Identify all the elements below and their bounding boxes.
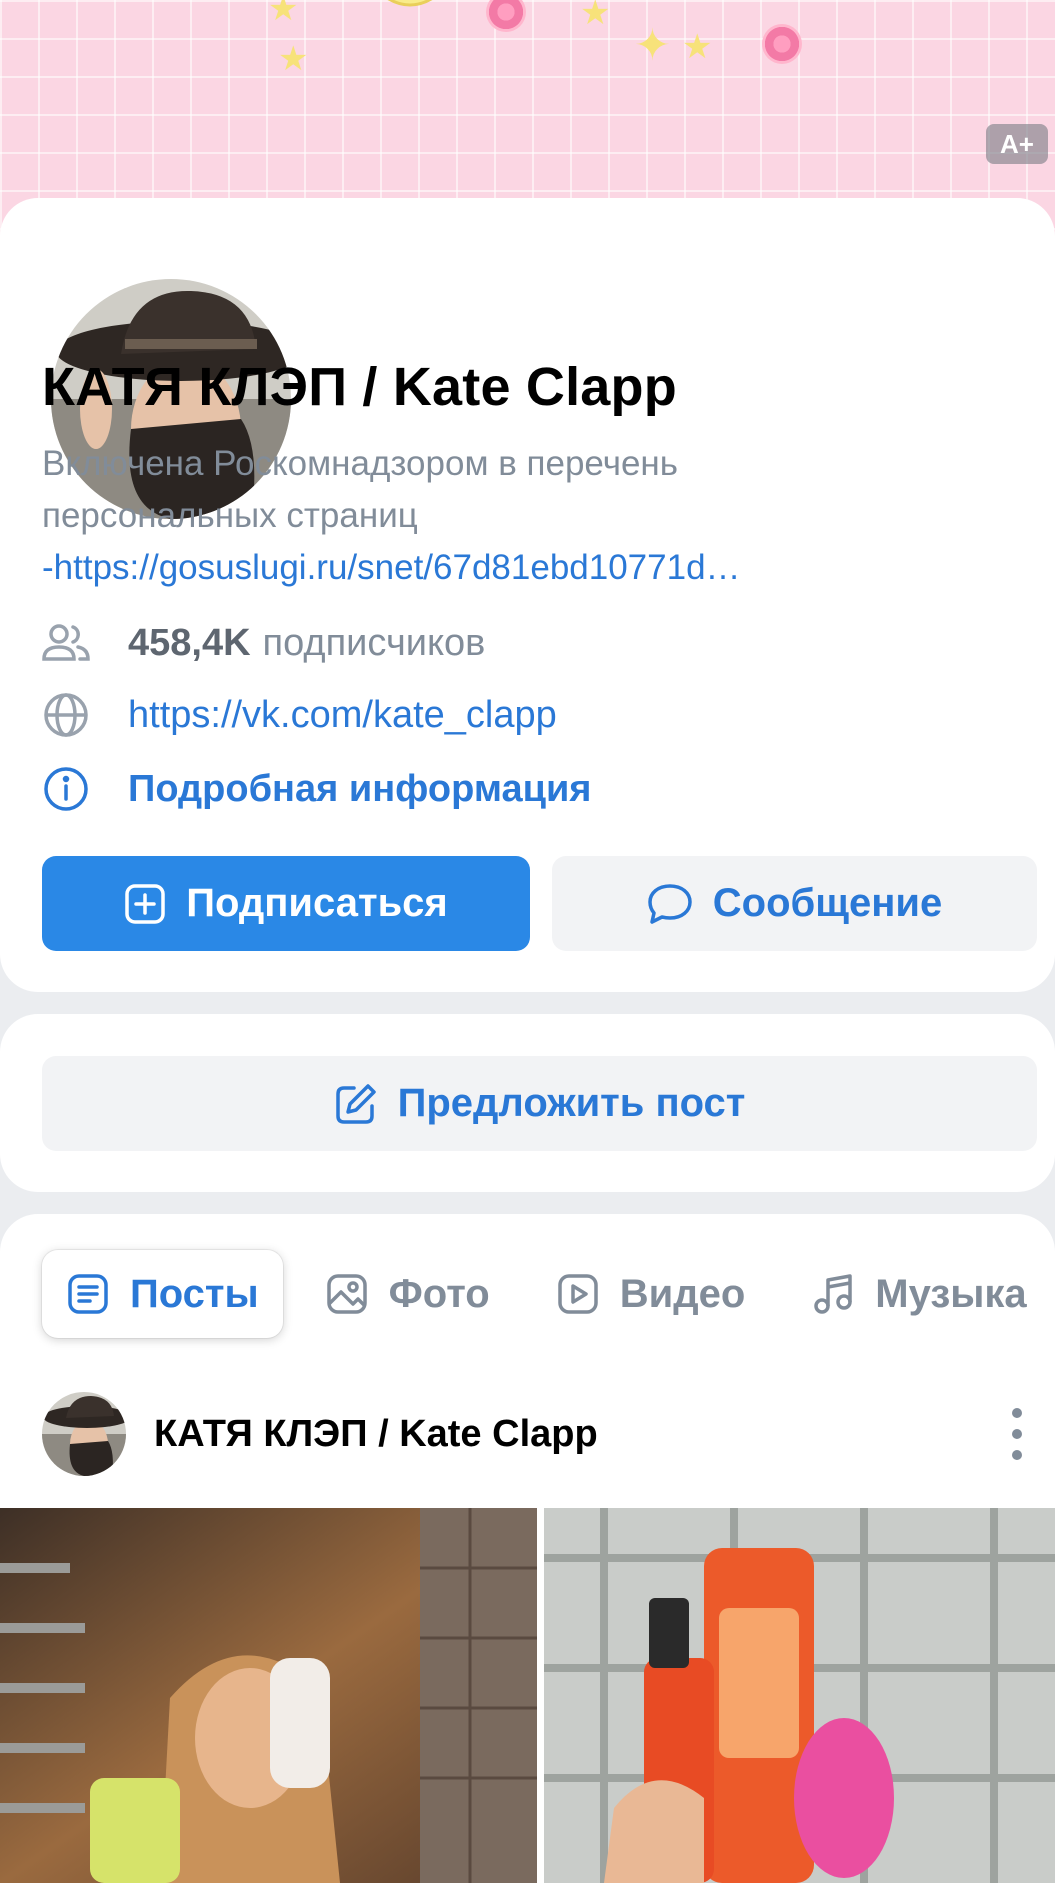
photo-icon [326, 1274, 367, 1314]
suggest-post-label: Предложить пост [397, 1081, 746, 1125]
star-decoration: ★ [580, 0, 611, 32]
tab-label: Фото [388, 1271, 490, 1316]
star-decoration: ✦ [634, 21, 671, 70]
subscribers-label: подписчиков [262, 621, 486, 664]
message-button[interactable]: Сообщение [552, 856, 1037, 951]
post-author-name[interactable]: КАТЯ КЛЭП / Kate Clapp [154, 1413, 598, 1456]
tab-label: Посты [130, 1271, 259, 1316]
message-bubble-icon [648, 883, 692, 924]
globe-icon [42, 691, 90, 739]
post-photo[interactable] [544, 1508, 1055, 1883]
subscribers-count: 458,4K [128, 621, 251, 664]
text-size-badge[interactable]: A+ [986, 124, 1048, 164]
moon-decoration [387, 0, 433, 7]
content-tabs: Посты Фото Видео Музыка [42, 1250, 1055, 1338]
tab-video[interactable]: Видео [532, 1250, 770, 1338]
subscribe-button[interactable]: Подписаться [42, 856, 530, 951]
status-text: Включена Роскомнадзором в перечень персо… [42, 444, 678, 535]
post-header[interactable]: КАТЯ КЛЭП / Kate Clapp [42, 1392, 598, 1476]
rose-decoration [486, 0, 526, 32]
star-decoration: ★ [278, 40, 309, 78]
add-square-icon [125, 883, 165, 924]
tab-posts[interactable]: Посты [42, 1250, 283, 1338]
rose-decoration [762, 24, 802, 64]
music-icon [814, 1274, 853, 1314]
subscribers-row[interactable]: 458,4K подписчиков [42, 618, 485, 668]
users-icon [42, 619, 90, 667]
star-decoration: ★ [268, 0, 299, 28]
more-info-row[interactable]: Подробная информация [42, 764, 591, 814]
tab-label: Видео [619, 1271, 746, 1316]
posts-icon [68, 1274, 108, 1314]
profile-status: Включена Роскомнадзором в перечень персо… [42, 438, 912, 594]
website-row[interactable]: https://vk.com/kate_clapp [42, 690, 557, 740]
message-label: Сообщение [712, 881, 943, 925]
post-author-avatar[interactable] [42, 1392, 126, 1476]
more-options-icon[interactable] [1007, 1408, 1027, 1460]
video-icon [557, 1274, 598, 1314]
edit-icon [335, 1083, 376, 1124]
status-link[interactable]: -https://gosuslugi.ru/snet/67d81ebd10771… [42, 542, 882, 594]
tab-photo[interactable]: Фото [301, 1250, 514, 1338]
star-decoration: ★ [682, 28, 713, 66]
tab-label: Музыка [875, 1271, 1027, 1316]
tab-music[interactable]: Музыка [787, 1250, 1050, 1338]
info-icon [42, 765, 90, 813]
website-link[interactable]: https://vk.com/kate_clapp [128, 694, 557, 737]
post-photo[interactable] [0, 1508, 537, 1883]
subscribe-label: Подписаться [186, 881, 448, 925]
more-info-link[interactable]: Подробная информация [128, 768, 591, 811]
suggest-post-button[interactable]: Предложить пост [42, 1056, 1037, 1151]
profile-name: КАТЯ КЛЭП / Kate Clapp [42, 357, 677, 417]
